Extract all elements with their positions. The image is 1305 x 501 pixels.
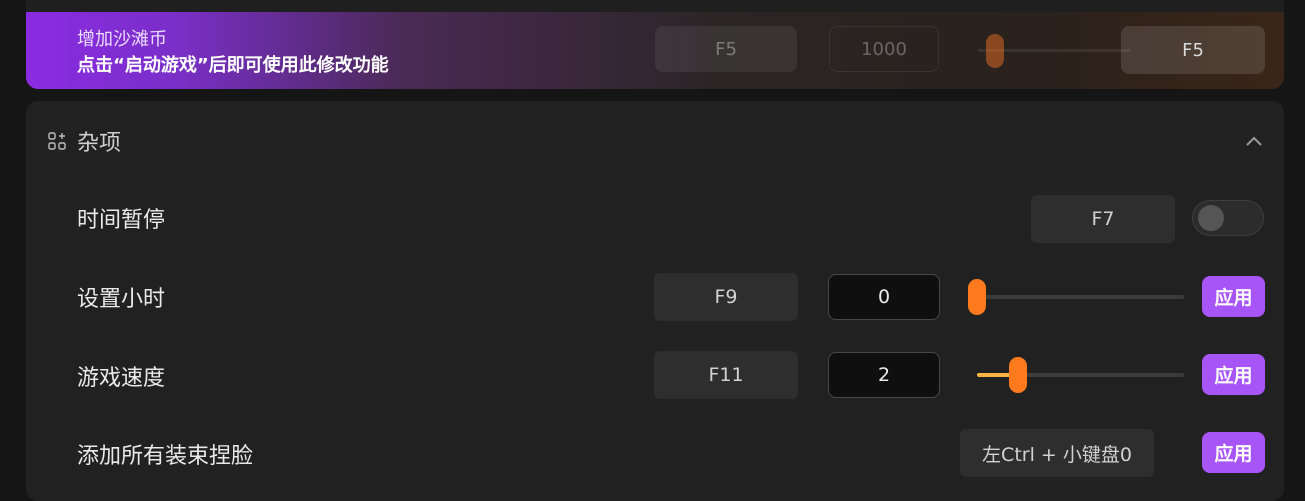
promo-banner: 增加沙滩币 点击“启动游戏”后即可使用此修改功能 F5 1000 F5 — [26, 12, 1284, 89]
promo-hotkey-button: F5 — [655, 26, 797, 72]
collapse-button[interactable] — [1242, 129, 1266, 153]
add-outfits-hotkey-button[interactable]: 左Ctrl + 小键盘0 — [960, 429, 1154, 477]
promo-title: 增加沙滩币 — [77, 29, 167, 50]
set-hour-slider-track[interactable] — [968, 295, 1184, 299]
toggle-knob — [1198, 205, 1224, 231]
chevron-up-icon — [1246, 136, 1262, 146]
set-hour-input[interactable]: 0 — [828, 274, 940, 320]
section-title: 杂项 — [77, 131, 122, 156]
set-hour-hotkey-button[interactable]: F9 — [654, 273, 798, 321]
promo-apply-hotkey-button[interactable]: F5 — [1121, 26, 1265, 74]
misc-section-panel: 杂项 时间暂停 F7 设置小时 F9 0 应用 游戏速度 F11 2 应用 添加… — [26, 101, 1284, 501]
set-hour-slider-thumb[interactable] — [968, 279, 986, 315]
game-speed-apply-button[interactable]: 应用 — [1202, 354, 1265, 395]
promo-slider-thumb — [986, 34, 1004, 68]
grid-plus-icon — [48, 132, 66, 150]
set-hour-apply-button[interactable]: 应用 — [1202, 276, 1265, 317]
time-pause-label: 时间暂停 — [77, 208, 166, 233]
add-outfits-apply-button[interactable]: 应用 — [1202, 432, 1265, 473]
time-pause-hotkey-button[interactable]: F7 — [1031, 195, 1175, 243]
game-speed-label: 游戏速度 — [77, 366, 166, 391]
promo-subtitle: 点击“启动游戏”后即可使用此修改功能 — [77, 55, 389, 76]
add-outfits-label: 添加所有装束捏脸 — [77, 444, 254, 469]
game-speed-hotkey-button[interactable]: F11 — [654, 351, 798, 399]
top-bar-strip — [26, 0, 1284, 12]
promo-value-input: 1000 — [829, 26, 939, 72]
game-speed-input[interactable]: 2 — [828, 352, 940, 398]
time-pause-toggle[interactable] — [1192, 200, 1264, 236]
game-speed-slider-thumb[interactable] — [1009, 357, 1027, 393]
set-hour-label: 设置小时 — [77, 287, 166, 312]
